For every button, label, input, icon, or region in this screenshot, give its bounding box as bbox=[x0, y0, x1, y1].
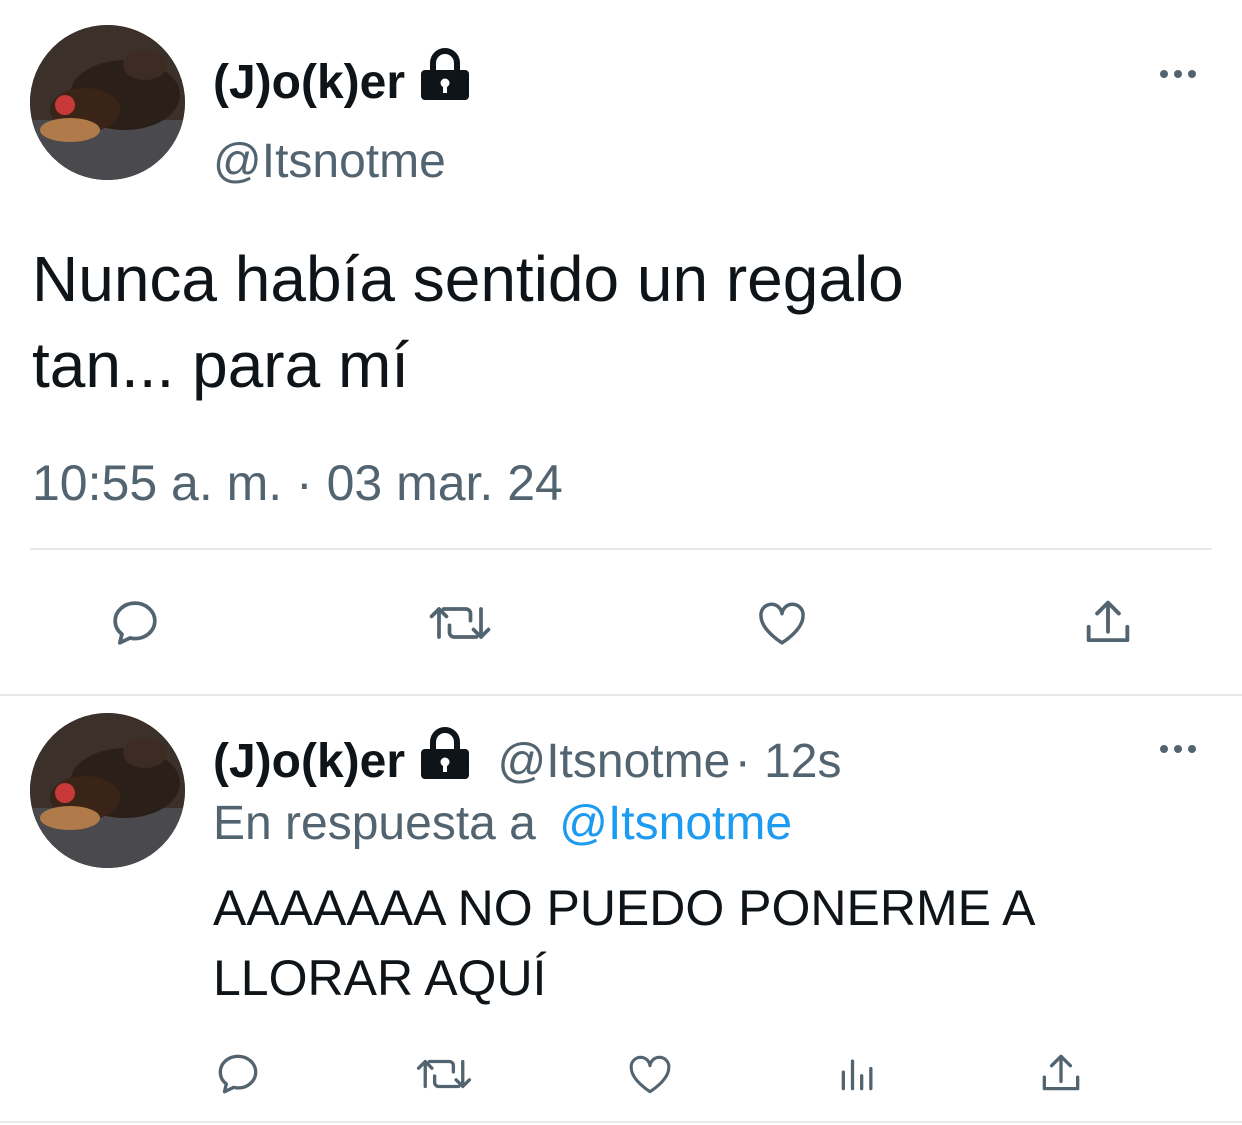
tweet-text-line: LLORAR AQUÍ bbox=[213, 950, 547, 1006]
handle[interactable]: @Itsnotme bbox=[497, 735, 730, 788]
tweet-text: Nunca había sentido un regalo tan... par… bbox=[32, 236, 904, 408]
analytics-icon bbox=[841, 1059, 873, 1091]
divider bbox=[0, 694, 1242, 696]
like-button[interactable] bbox=[750, 593, 814, 653]
tweet-text-line: Nunca había sentido un regalo bbox=[32, 243, 904, 315]
lock-icon bbox=[421, 727, 470, 779]
share-icon bbox=[1086, 600, 1130, 643]
more-options-icon[interactable] bbox=[1160, 745, 1196, 753]
display-name-text[interactable]: (J)o(k)er bbox=[213, 735, 405, 788]
like-icon bbox=[629, 1055, 671, 1094]
dog-avatar-image bbox=[30, 713, 185, 868]
avatar[interactable] bbox=[30, 25, 185, 180]
reply-icon bbox=[218, 1054, 258, 1094]
lock-icon bbox=[421, 48, 470, 100]
analytics-button[interactable] bbox=[830, 1047, 886, 1101]
reply-button[interactable] bbox=[210, 1047, 266, 1101]
share-button[interactable] bbox=[1033, 1045, 1089, 1101]
reply-header: (J)o(k)er @Itsnotme · 12s bbox=[213, 727, 841, 789]
timestamp[interactable]: 10:55 a. m. · 03 mar. 24 bbox=[32, 454, 563, 512]
retweet-icon bbox=[429, 607, 491, 639]
like-icon bbox=[759, 602, 805, 645]
share-icon bbox=[1042, 1054, 1080, 1091]
retweet-button[interactable] bbox=[412, 1047, 476, 1101]
divider bbox=[30, 548, 1212, 550]
in-reply-prefix: En respuesta a bbox=[213, 797, 536, 850]
divider bbox=[0, 1121, 1242, 1123]
share-button[interactable] bbox=[1076, 590, 1140, 654]
reply-icon bbox=[113, 601, 157, 645]
avatar[interactable] bbox=[30, 713, 185, 868]
reply-button[interactable] bbox=[103, 593, 167, 653]
handle[interactable]: @Itsnotme bbox=[213, 134, 446, 189]
tweet-text: AAAAAAA NO PUEDO PONERME A LLORAR AQUÍ bbox=[213, 873, 1035, 1013]
like-button[interactable] bbox=[622, 1047, 678, 1101]
in-reply-to: En respuesta a @Itsnotme bbox=[213, 796, 792, 851]
retweet-button[interactable] bbox=[425, 593, 495, 653]
more-options-icon[interactable] bbox=[1160, 70, 1196, 78]
dog-avatar-image bbox=[30, 25, 185, 180]
tweet-text-line: AAAAAAA NO PUEDO PONERME A bbox=[213, 880, 1036, 936]
display-name[interactable]: (J)o(k)er bbox=[213, 48, 471, 110]
tweet-text-line: tan... para mí bbox=[32, 329, 410, 401]
time-ago[interactable]: · 12s bbox=[735, 735, 842, 788]
display-name-text[interactable]: (J)o(k)er bbox=[213, 56, 405, 109]
retweet-icon bbox=[416, 1059, 472, 1089]
in-reply-handle-link[interactable]: @Itsnotme bbox=[559, 797, 792, 850]
